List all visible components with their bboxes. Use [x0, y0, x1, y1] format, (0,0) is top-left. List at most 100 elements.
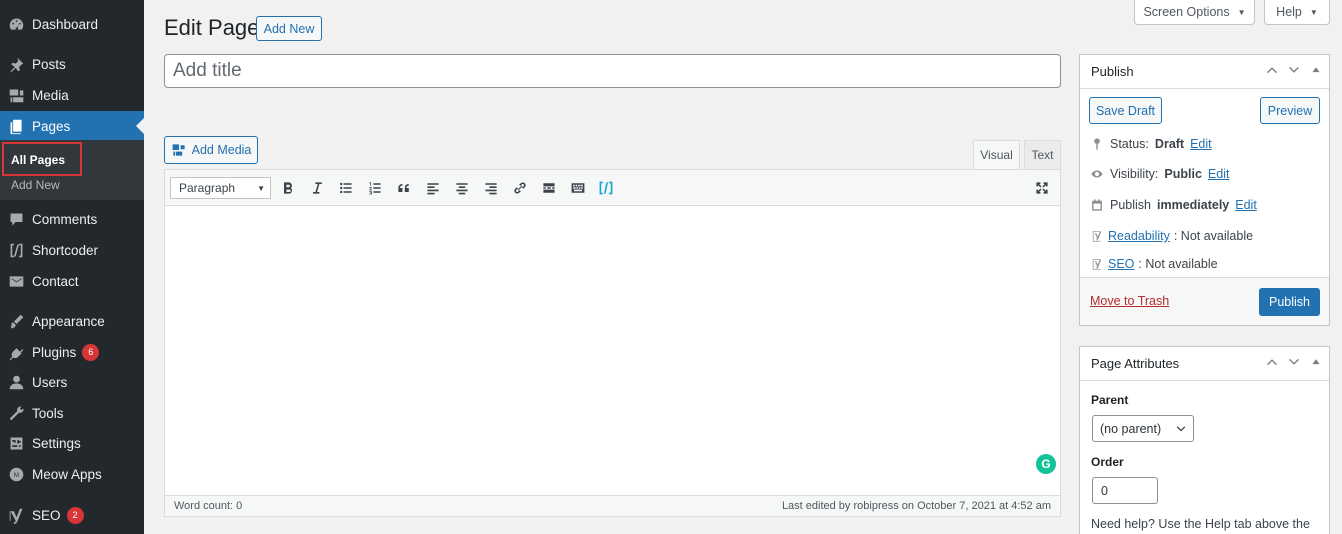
sidebar-item-users[interactable]: Users	[0, 368, 144, 396]
sidebar-item-appearance[interactable]: Appearance	[0, 307, 144, 335]
seo-link[interactable]: SEO	[1108, 257, 1134, 271]
help-text: Need help? Use the Help tab above the	[1091, 517, 1310, 531]
chevron-down-icon[interactable]	[1287, 63, 1301, 77]
sidebar-item-seo[interactable]: SEO 2	[0, 501, 144, 529]
edit-status-link[interactable]: Edit	[1190, 137, 1212, 151]
title-input[interactable]	[164, 54, 1061, 88]
current-menu-arrow	[136, 118, 144, 134]
sidebar-item-label: Users	[32, 374, 68, 390]
distraction-free-button[interactable]	[1032, 178, 1052, 198]
sidebar-item-label: Dashboard	[32, 16, 99, 32]
sidebar-item-contact[interactable]: Contact	[0, 267, 144, 295]
blockquote-button[interactable]	[394, 178, 414, 198]
triangle-up-icon[interactable]	[1309, 63, 1323, 77]
sidebar-item-dashboard[interactable]: Dashboard	[0, 10, 144, 38]
chevron-up-icon[interactable]	[1265, 63, 1279, 77]
publish-label: Publish	[1110, 198, 1151, 212]
keyboard-icon	[571, 183, 585, 193]
edit-date-link[interactable]: Edit	[1235, 198, 1257, 212]
align-right-button[interactable]	[481, 178, 501, 198]
sidebar-item-comments[interactable]: Comments	[0, 205, 144, 233]
grammarly-icon[interactable]: G	[1036, 454, 1056, 474]
sidebar-item-label: Meow Apps	[32, 466, 102, 482]
bold-icon	[284, 182, 293, 194]
bullet-list-button[interactable]	[336, 178, 356, 198]
sidebar-item-posts[interactable]: Posts	[0, 50, 144, 78]
sidebar-item-label: Pages	[32, 118, 71, 134]
triangle-down-icon: ▼	[1237, 7, 1246, 17]
yoast-icon	[1092, 231, 1102, 242]
editor-content-area[interactable]	[165, 207, 1060, 496]
align-right-icon	[485, 183, 497, 195]
sidebar-item-label: SEO	[32, 507, 61, 523]
help-button[interactable]: Help ▼	[1264, 0, 1330, 25]
sidebar-item-label: Posts	[32, 56, 66, 72]
add-media-icon	[172, 144, 185, 156]
eye-icon	[1091, 170, 1103, 178]
numbered-list-icon	[369, 182, 381, 195]
sidebar-item-label: Shortcoder	[32, 242, 99, 258]
meow-icon: M	[0, 466, 32, 483]
publish-button[interactable]: Publish	[1259, 288, 1320, 316]
sidebar-item-settings[interactable]: Settings	[0, 429, 144, 457]
add-new-page-button[interactable]: Add New	[256, 16, 322, 41]
chevron-down-icon[interactable]	[1287, 355, 1301, 369]
publish-box-header: Publish	[1080, 55, 1329, 89]
triangle-up-icon[interactable]	[1309, 355, 1323, 369]
help-label: Help	[1276, 5, 1302, 19]
bold-button[interactable]	[278, 178, 298, 198]
readability-value: : Not available	[1173, 229, 1254, 243]
editor-toolbar: Paragraph ▼	[165, 170, 1060, 206]
wrench-icon	[0, 405, 32, 422]
submenu-add-new[interactable]: Add New	[11, 178, 60, 192]
chevron-down-icon	[1176, 425, 1186, 431]
brush-icon	[0, 313, 32, 330]
quote-icon	[398, 184, 409, 192]
media-icon	[0, 87, 32, 104]
format-select-value: Paragraph	[179, 181, 236, 195]
sidebar-item-pages[interactable]: Pages	[0, 111, 144, 141]
seo-row: SEO: Not available	[1090, 257, 1218, 271]
shortcode-button[interactable]	[596, 178, 616, 198]
align-left-button[interactable]	[423, 178, 443, 198]
yoast-icon	[1092, 259, 1102, 270]
format-select[interactable]: Paragraph ▼	[170, 177, 271, 199]
settings-icon	[0, 435, 32, 452]
sidebar-item-label: Plugins	[32, 344, 77, 360]
toolbar-toggle-button[interactable]	[568, 178, 588, 198]
page-title: Edit Page	[164, 15, 260, 40]
save-draft-button[interactable]: Save Draft	[1089, 97, 1162, 124]
publish-box: Publish Save Draft Preview Status: Draft…	[1079, 54, 1330, 326]
order-input[interactable]	[1092, 477, 1158, 504]
publish-actions: Move to Trash Publish	[1080, 277, 1329, 325]
yoast-icon	[0, 507, 32, 524]
chevron-up-icon[interactable]	[1265, 355, 1279, 369]
readability-link[interactable]: Readability	[1108, 229, 1170, 243]
numbered-list-button[interactable]	[365, 178, 385, 198]
screen-options-label: Screen Options	[1143, 5, 1230, 19]
plugins-update-badge: 6	[82, 343, 100, 361]
add-media-button[interactable]: Add Media	[164, 136, 258, 164]
read-more-button[interactable]	[539, 178, 559, 198]
user-icon	[0, 374, 32, 391]
parent-select[interactable]: (no parent)	[1092, 415, 1194, 442]
sidebar-item-media[interactable]: Media	[0, 81, 144, 109]
tab-text[interactable]: Text	[1024, 140, 1061, 169]
page-attributes-box: Page Attributes Parent (no parent) Order…	[1079, 346, 1330, 534]
move-to-trash-link[interactable]: Move to Trash	[1090, 294, 1169, 308]
italic-button[interactable]	[307, 178, 327, 198]
tab-visual[interactable]: Visual	[973, 140, 1020, 169]
triangle-down-icon: ▼	[257, 183, 265, 193]
sidebar-item-meow-apps[interactable]: M Meow Apps	[0, 460, 144, 488]
visibility-row: Visibility: Public Edit	[1090, 167, 1229, 181]
sidebar-item-tools[interactable]: Tools	[0, 399, 144, 427]
word-count: Word count: 0	[174, 500, 243, 512]
sidebar-item-shortcoder[interactable]: Shortcoder	[0, 236, 144, 264]
preview-button[interactable]: Preview	[1260, 97, 1320, 124]
sidebar-item-plugins[interactable]: Plugins 6	[0, 338, 144, 366]
screen-options-button[interactable]: Screen Options ▼	[1134, 0, 1255, 25]
insert-link-button[interactable]	[510, 178, 530, 198]
order-label: Order	[1091, 455, 1124, 469]
edit-visibility-link[interactable]: Edit	[1208, 167, 1230, 181]
align-center-button[interactable]	[452, 178, 472, 198]
